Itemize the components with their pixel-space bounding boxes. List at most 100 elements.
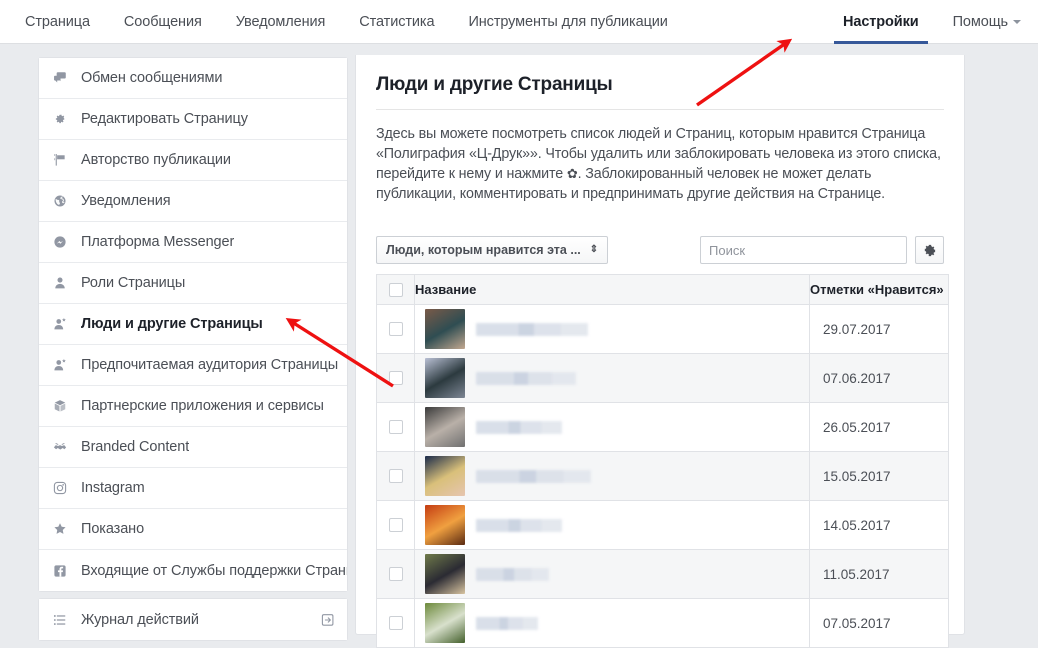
sidebar-item-11[interactable]: Показано [39, 509, 347, 550]
nav-tab-1[interactable]: Сообщения [107, 0, 219, 44]
settings-content-card: Люди и другие Страницы Здесь вы можете п… [355, 55, 965, 635]
row-date-cell: 14.05.2017 [810, 501, 949, 550]
row-checkbox[interactable] [389, 322, 403, 336]
avatar[interactable] [425, 309, 465, 349]
column-header-likes[interactable]: Отметки «Нравится» [810, 275, 949, 305]
row-checkbox[interactable] [389, 518, 403, 532]
avatar[interactable] [425, 407, 465, 447]
handshake-icon [53, 438, 75, 456]
chevron-down-icon [1013, 20, 1021, 24]
nav-tab-2[interactable]: Уведомления [219, 0, 343, 44]
row-name-redacted[interactable] [476, 568, 549, 581]
table-row[interactable]: 07.05.2017 [377, 599, 949, 648]
sidebar-item-0[interactable]: Обмен сообщениями [39, 58, 347, 99]
table-row[interactable]: 29.07.2017 [377, 305, 949, 354]
row-checkbox[interactable] [389, 469, 403, 483]
top-navigation-bar: Страница Сообщения Уведомления Статистика Ин… [0, 0, 1038, 44]
nav-tab-5[interactable]: Настройки [826, 0, 936, 44]
top-nav-tab-list: Страница Сообщения Уведомления Статистика Ин… [0, 0, 1038, 44]
flag-icon [53, 151, 75, 169]
sidebar-item-4[interactable]: Платформа Messenger [39, 222, 347, 263]
row-name-cell [415, 550, 810, 599]
sidebar-item-label: Уведомления [81, 193, 171, 209]
avatar[interactable] [425, 603, 465, 643]
nav-tab-3[interactable]: Статистика [342, 0, 451, 44]
nav-tab-0[interactable]: Страница [8, 0, 107, 44]
row-name-cell [415, 452, 810, 501]
sidebar-item-3[interactable]: Уведомления [39, 181, 347, 222]
table-row[interactable]: 11.05.2017 [377, 550, 949, 599]
row-checkbox[interactable] [389, 616, 403, 630]
row-name-cell [415, 403, 810, 452]
likes-table-body: 29.07.2017 07.06.2017 26.05.2017 15.05.2017… [377, 305, 949, 648]
sidebar-item-label: Предпочитаемая аудитория Страницы [81, 357, 338, 373]
select-all-checkbox[interactable] [389, 283, 403, 297]
row-name-redacted[interactable] [476, 421, 562, 434]
row-like-date: 11.05.2017 [810, 567, 948, 582]
row-like-date: 29.07.2017 [810, 322, 948, 337]
row-like-date: 07.05.2017 [810, 616, 948, 631]
row-like-date: 14.05.2017 [810, 518, 948, 533]
row-like-date: 15.05.2017 [810, 469, 948, 484]
row-name-redacted[interactable] [476, 617, 538, 630]
sidebar-item-8[interactable]: Партнерские приложения и сервисы [39, 386, 347, 427]
row-name-redacted[interactable] [476, 519, 562, 532]
nav-tab-label: Сообщения [124, 14, 202, 30]
sidebar-item-9[interactable]: Branded Content [39, 427, 347, 468]
nav-tab-4[interactable]: Инструменты для публикации [451, 0, 684, 44]
sidebar-item-label: Instagram [81, 480, 145, 496]
row-select-cell [377, 354, 415, 403]
sidebar-item-2[interactable]: Авторство публикации [39, 140, 347, 181]
avatar[interactable] [425, 505, 465, 545]
sidebar-item-7[interactable]: Предпочитаемая аудитория Страницы [39, 345, 347, 386]
row-date-cell: 07.06.2017 [810, 354, 949, 403]
row-checkbox[interactable] [389, 420, 403, 434]
sidebar-item-label: Роли Страницы [81, 275, 185, 291]
row-name-cell [415, 305, 810, 354]
table-row[interactable]: 14.05.2017 [377, 501, 949, 550]
row-checkbox[interactable] [389, 567, 403, 581]
row-date-cell: 29.07.2017 [810, 305, 949, 354]
sidebar-item-label: Платформа Messenger [81, 234, 234, 250]
gear-icon [53, 112, 67, 126]
avatar[interactable] [425, 554, 465, 594]
row-checkbox[interactable] [389, 371, 403, 385]
sidebar-item-6[interactable]: Люди и другие Страницы [39, 304, 347, 345]
external-link-icon [321, 613, 335, 627]
column-header-name[interactable]: Название [415, 275, 810, 305]
sidebar-item-10[interactable]: Instagram [39, 468, 347, 509]
sidebar-item-label: Авторство публикации [81, 152, 231, 168]
avatar[interactable] [425, 456, 465, 496]
nav-tab-label: Статистика [359, 14, 434, 30]
sidebar-item-label: Показано [81, 521, 144, 537]
table-row[interactable]: 15.05.2017 [377, 452, 949, 501]
person-star-icon [53, 356, 75, 374]
row-name-redacted[interactable] [476, 372, 576, 385]
row-like-date: 07.06.2017 [810, 371, 948, 386]
sidebar-item-1[interactable]: Редактировать Страницу [39, 99, 347, 140]
table-row[interactable]: 07.06.2017 [377, 354, 949, 403]
star-icon [53, 522, 67, 536]
table-row[interactable]: 26.05.2017 [377, 403, 949, 452]
row-name-redacted[interactable] [476, 470, 591, 483]
sidebar-secondary-item-0[interactable]: Журнал действий [39, 599, 347, 640]
search-input[interactable] [700, 236, 907, 264]
person-star-icon [53, 317, 67, 331]
box-icon [53, 399, 67, 413]
box-icon [53, 397, 75, 415]
sidebar-item-5[interactable]: Роли Страницы [39, 263, 347, 304]
nav-tab-label: Уведомления [236, 14, 326, 30]
row-date-cell: 26.05.2017 [810, 403, 949, 452]
row-name-redacted[interactable] [476, 323, 588, 336]
star-icon [53, 520, 75, 538]
chevron-updown-icon: ⇕ [590, 245, 598, 255]
sidebar-item-12[interactable]: Входящие от Службы поддержки Страни [39, 550, 347, 591]
settings-gear-button[interactable] [915, 236, 944, 264]
person-star-icon [53, 358, 67, 372]
audience-filter-select[interactable]: Люди, которым нравится эта ... ⇕ [376, 236, 608, 264]
page-description: Здесь вы можете посмотреть список людей … [376, 124, 944, 204]
avatar[interactable] [425, 358, 465, 398]
sidebar-item-label: Обмен сообщениями [81, 70, 222, 86]
chat-bubbles-icon [53, 69, 75, 87]
nav-tab-6[interactable]: Помощь [936, 0, 1038, 44]
